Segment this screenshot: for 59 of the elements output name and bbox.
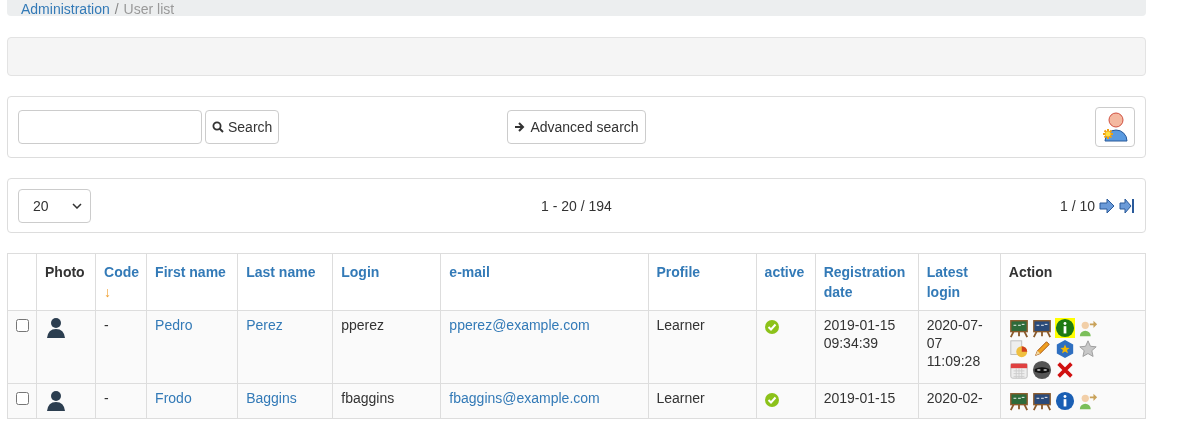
- table-cell: 2019-01-15: [815, 383, 919, 419]
- column-header[interactable]: Login: [332, 253, 441, 311]
- table-cell: 2020-02-: [918, 383, 1001, 419]
- table-cell: 2019-01-15 09:34:39: [815, 310, 919, 384]
- row-checkbox[interactable]: [16, 392, 29, 405]
- search-field[interactable]: [18, 110, 202, 144]
- arrow-right-icon: [514, 121, 527, 133]
- check-icon[interactable]: [764, 320, 779, 334]
- page-size-select[interactable]: 20: [18, 188, 91, 223]
- star-icon[interactable]: [1077, 339, 1098, 359]
- column-header[interactable]: e-mail: [440, 253, 648, 311]
- column-header[interactable]: First name: [146, 253, 238, 311]
- column-header[interactable]: Last name: [237, 253, 333, 311]
- table-cell: -: [95, 383, 147, 419]
- breadcrumb-item[interactable]: Administration: [21, 2, 110, 16]
- column-header[interactable]: Registration date: [815, 253, 919, 311]
- search-icon: [212, 121, 224, 133]
- calendar-icon[interactable]: [1008, 360, 1029, 380]
- table-cell: Learner: [648, 310, 757, 384]
- column-header: Photo: [36, 253, 96, 311]
- result-range: 1 - 20 / 194: [541, 197, 612, 214]
- check-icon[interactable]: [764, 393, 779, 407]
- breadcrumb-item: User list: [123, 2, 175, 16]
- advanced-search-button[interactable]: Advanced search: [507, 110, 646, 144]
- user-silhouette-icon: [45, 389, 67, 411]
- column-header[interactable]: Profile: [648, 253, 757, 311]
- info-icon[interactable]: [1054, 391, 1075, 411]
- sort-arrow: ↓: [104, 283, 113, 302]
- column-header[interactable]: active: [756, 253, 816, 311]
- chalkboard-icon[interactable]: [1008, 391, 1029, 411]
- table-cell: 2020-07- 07 11:09:28: [918, 310, 1001, 384]
- email-link[interactable]: pperez@example.com: [449, 317, 590, 333]
- info-icon[interactable]: [1054, 318, 1075, 338]
- star-badge-icon[interactable]: [1054, 339, 1075, 359]
- column-header[interactable]: Code ↓: [95, 253, 147, 311]
- column-header: Action: [1000, 253, 1146, 311]
- last-name-link[interactable]: Perez: [246, 317, 283, 333]
- report-icon[interactable]: [1008, 339, 1029, 359]
- chalkboard-icon[interactable]: [1031, 391, 1052, 411]
- row-checkbox[interactable]: [16, 319, 29, 332]
- table-cell: pperez: [332, 310, 441, 384]
- add-user-icon: [1100, 111, 1130, 143]
- first-name-link[interactable]: Pedro: [155, 317, 193, 333]
- caret-icon: [72, 202, 82, 209]
- breadcrumb-separator: /: [114, 2, 119, 16]
- mask-icon[interactable]: [1031, 360, 1052, 380]
- page-indicator: 1 / 10: [1059, 197, 1095, 214]
- column-header[interactable]: Latest login: [918, 253, 1001, 311]
- chalkboard-icon[interactable]: [1008, 318, 1029, 338]
- last-page-icon[interactable]: [1119, 197, 1135, 214]
- first-name-link[interactable]: Frodo: [155, 390, 192, 406]
- table-cell: -: [95, 310, 147, 384]
- add-user-button[interactable]: [1095, 107, 1135, 147]
- user-silhouette-icon: [45, 316, 67, 338]
- chalkboard-icon[interactable]: [1031, 318, 1052, 338]
- table-cell: Learner: [648, 383, 757, 419]
- search-button[interactable]: Search: [205, 110, 280, 144]
- next-page-icon[interactable]: [1099, 197, 1115, 214]
- table-cell: fbaggins: [332, 383, 441, 419]
